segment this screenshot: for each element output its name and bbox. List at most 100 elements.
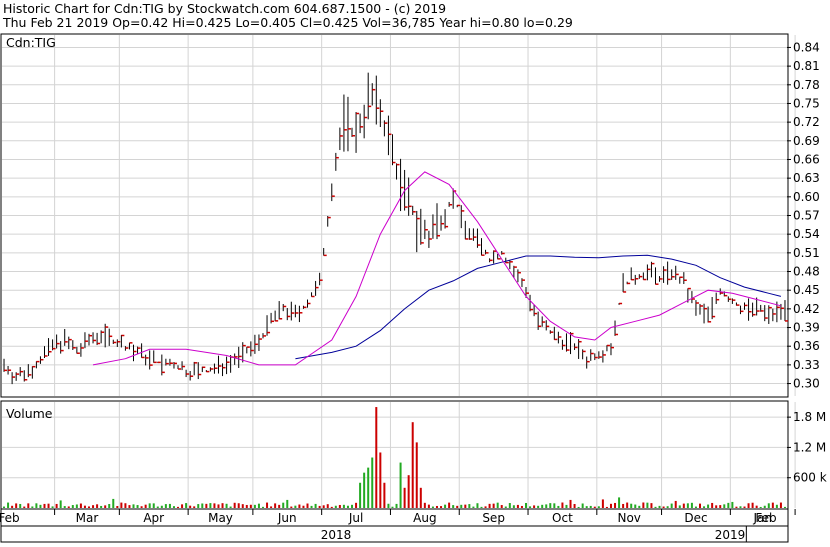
volume-bar — [213, 503, 216, 508]
volume-bar — [172, 506, 175, 508]
volume-bar — [294, 505, 297, 508]
price-tick-label: 0.54 — [793, 227, 820, 241]
volume-bar — [504, 506, 507, 508]
volume-bar — [415, 442, 418, 508]
volume-bar — [440, 506, 443, 508]
year-axis: 2018 2019 — [321, 526, 747, 542]
volume-bar — [419, 487, 422, 508]
volume-bar — [152, 503, 155, 508]
volume-bar — [59, 500, 62, 508]
volume-bar — [245, 504, 248, 508]
volume-bar — [201, 503, 204, 508]
volume-bar — [767, 503, 770, 508]
volume-bar — [605, 506, 608, 508]
volume-bar — [545, 504, 548, 508]
volume-bar — [100, 505, 103, 508]
volume-bar — [674, 500, 677, 508]
volume-bar — [427, 504, 430, 508]
volume-bar — [500, 505, 503, 508]
volume-bar — [177, 506, 180, 508]
volume-bar — [399, 462, 402, 508]
volume-bar — [116, 506, 119, 508]
volume-bar — [233, 502, 236, 508]
price-tick-label: 0.72 — [793, 115, 820, 129]
volume-bar — [92, 505, 95, 508]
volume-bar — [221, 503, 224, 508]
volume-bar — [43, 503, 46, 508]
volume-bar — [3, 506, 6, 508]
volume-bar — [87, 506, 90, 508]
volume-bar — [472, 506, 475, 508]
volume-bars — [3, 407, 786, 508]
volume-bar — [51, 506, 54, 508]
volume-bar — [75, 504, 78, 508]
volume-tick-label: 600 k — [793, 471, 827, 485]
volume-bar — [367, 467, 370, 508]
volume-bar — [120, 502, 123, 508]
month-tick-label: Apr — [143, 511, 164, 525]
volume-bar — [666, 506, 669, 508]
year-tick-label: 2018 — [321, 528, 352, 542]
volume-bar — [160, 505, 163, 508]
volume-bar — [783, 506, 786, 508]
volume-bar — [270, 506, 273, 508]
volume-bar — [739, 506, 742, 508]
volume-bar — [112, 498, 115, 508]
volume-bar — [11, 505, 14, 508]
volume-bar — [444, 504, 447, 508]
volume-bar — [460, 504, 463, 508]
volume-bar — [47, 503, 50, 508]
volume-bar — [771, 502, 774, 508]
price-tick-label: 0.42 — [793, 302, 820, 316]
volume-bar — [359, 482, 362, 508]
volume-bar — [711, 502, 714, 508]
volume-axis: 1.8 M 1.2 M 600 k — [787, 410, 827, 485]
volume-bar — [197, 504, 200, 508]
volume-bar — [338, 504, 341, 508]
volume-bar — [589, 505, 592, 508]
volume-bar — [67, 506, 70, 508]
volume-bar — [124, 503, 127, 508]
volume-bar — [144, 504, 147, 508]
volume-bar — [569, 499, 572, 508]
volume-bar — [342, 504, 345, 508]
volume-bar — [310, 505, 313, 508]
price-tick-label: 0.63 — [793, 171, 820, 185]
volume-bar — [597, 506, 600, 508]
volume-bar — [189, 505, 192, 508]
price-tick-label: 0.36 — [793, 339, 820, 353]
volume-bar — [363, 472, 366, 508]
volume-bar — [614, 502, 617, 508]
volume-bar — [302, 505, 305, 508]
volume-bar — [261, 506, 264, 508]
volume-panel-label: Volume — [6, 406, 53, 421]
volume-bar — [670, 503, 673, 508]
volume-bar — [508, 503, 511, 508]
volume-bar — [330, 506, 333, 508]
price-tick-label: 0.45 — [793, 283, 820, 297]
volume-bar — [423, 502, 426, 508]
volume-bar — [298, 504, 301, 508]
volume-bar — [395, 503, 398, 508]
month-tick-label: Feb — [755, 511, 776, 525]
month-tick-label: Mar — [76, 511, 99, 525]
volume-bar — [23, 506, 26, 508]
month-tick-label: Feb — [0, 511, 20, 525]
volume-bar — [205, 503, 208, 508]
volume-bar — [266, 502, 269, 508]
volume-bar — [27, 503, 30, 508]
volume-bar — [136, 505, 139, 508]
volume-bar — [355, 502, 358, 508]
volume-bar — [593, 506, 596, 508]
volume-bar — [257, 503, 260, 508]
volume-bar — [690, 502, 693, 508]
volume-bar — [715, 505, 718, 508]
year-tick-label: 2019 — [715, 528, 746, 542]
month-tick-label: Sep — [482, 511, 505, 525]
volume-bar — [290, 506, 293, 508]
volume-bar — [387, 503, 390, 508]
volume-bar — [634, 504, 637, 508]
volume-bar — [565, 504, 568, 508]
volume-bar — [719, 505, 722, 508]
volume-bar — [642, 502, 645, 508]
